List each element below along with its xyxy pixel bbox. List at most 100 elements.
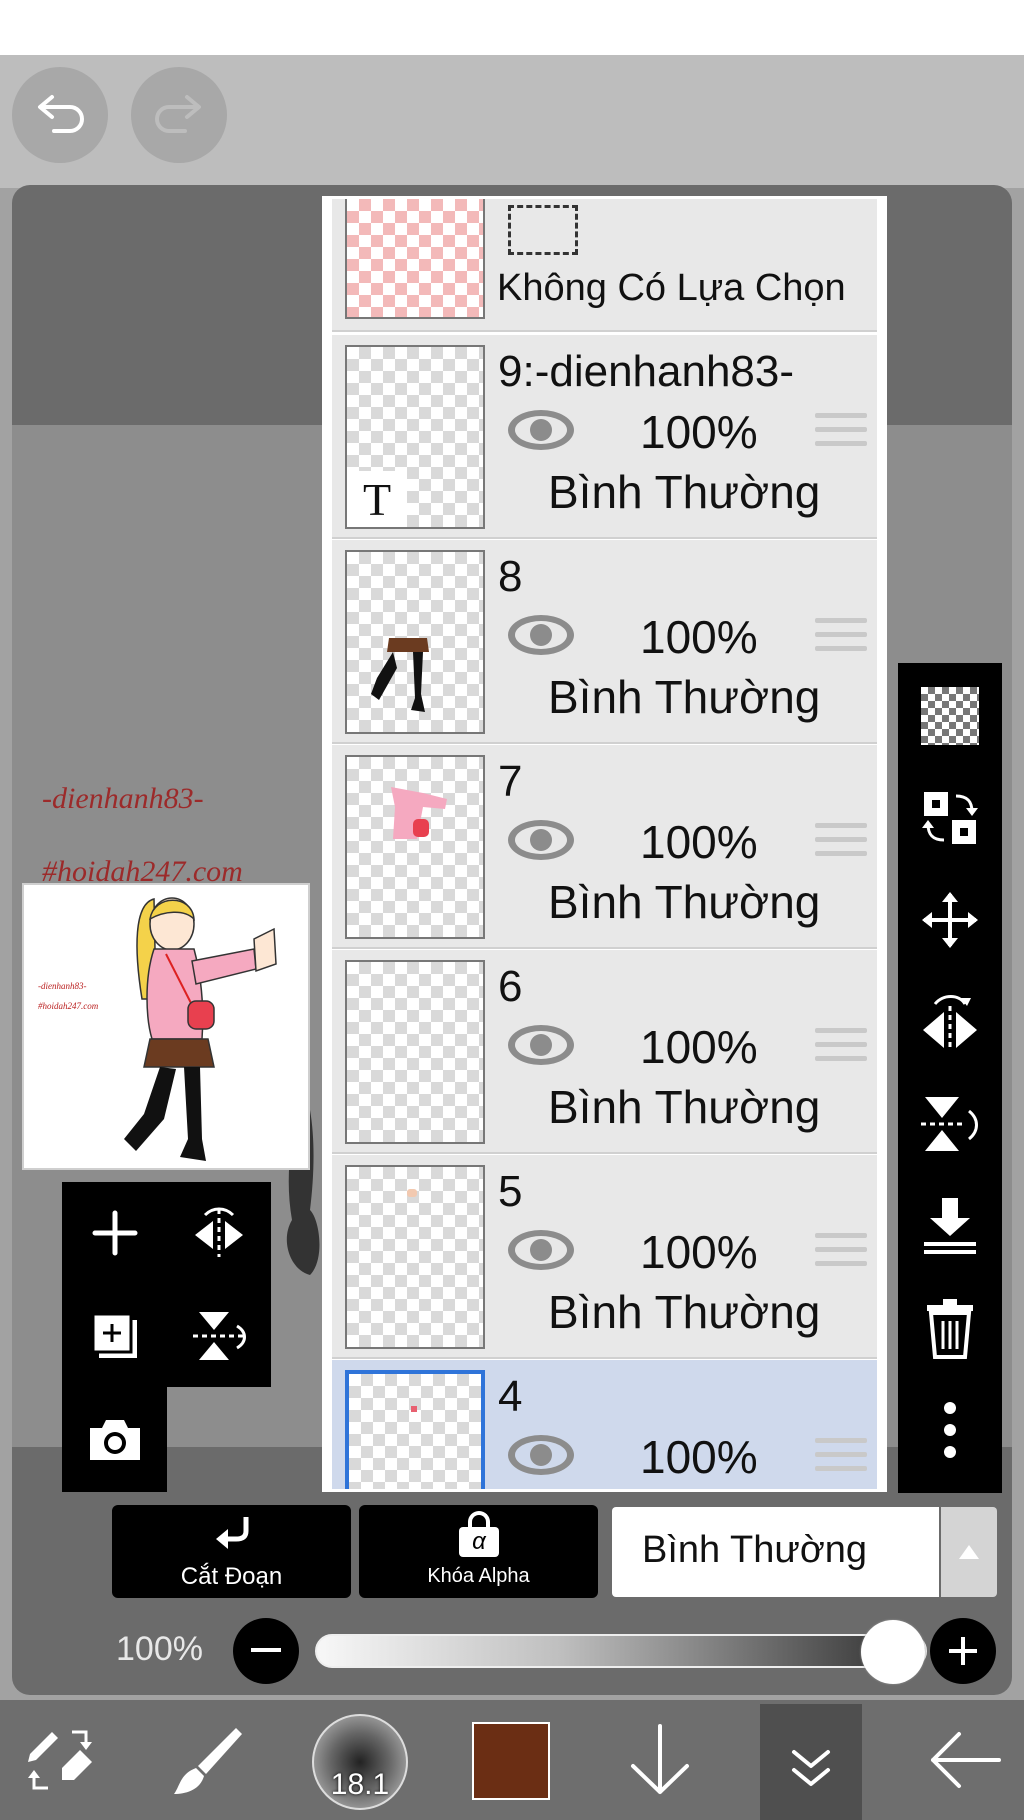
brush-size-value: 18.1 [330,1768,390,1801]
character-illustration [124,897,277,1161]
swap-layers-button[interactable] [898,783,1002,853]
redo-icon [155,95,201,133]
layer-blend-mode: Bình Thường [548,671,821,723]
tool-switch-button[interactable] [20,1720,100,1800]
alpha-lock-button[interactable]: α Khóa Alpha [359,1505,598,1598]
layer-opacity: 100% [640,611,758,663]
layers-list[interactable]: Không Có Lựa Chọn T 9:-dienhanh83- 100% … [322,196,887,1492]
plus-icon [92,1210,137,1256]
eye-icon[interactable] [506,817,576,863]
minus-icon [251,1648,281,1652]
merge-down-button[interactable] [898,1191,1002,1261]
eye-icon[interactable] [506,1022,576,1068]
thumbnail-art [407,1189,417,1197]
drag-handle-icon[interactable] [815,823,867,863]
eye-icon[interactable] [506,407,576,453]
opacity-decrease-button[interactable] [233,1618,299,1684]
clipping-label: Cắt Đoạn [180,1563,283,1590]
drag-handle-icon[interactable] [815,413,867,453]
layer-thumbnail [345,1370,485,1489]
layer-thumbnail [345,755,485,939]
layer-row-selected[interactable]: 4 100% [332,1360,877,1489]
layer-row[interactable]: 7 100% Bình Thường [332,745,877,949]
flip-vertical-button[interactable] [898,1089,1002,1159]
opacity-slider-thumb[interactable] [861,1620,925,1684]
drag-handle-icon[interactable] [815,618,867,658]
flip-horizontal-button[interactable] [167,1182,271,1284]
flip-horizontal-button[interactable] [898,987,1002,1057]
layer-row[interactable]: 8 100% Bình Thường [332,540,877,744]
opacity-increase-button[interactable] [930,1618,996,1684]
layer-name: 4 [498,1372,523,1421]
blend-mode-dropdown-button[interactable] [941,1507,997,1597]
drag-handle-icon[interactable] [815,1028,867,1068]
color-swatch[interactable] [472,1722,550,1800]
layer-opacity: 100% [640,816,758,868]
pen-eraser-switch-icon [28,1730,92,1790]
duplicate-layer-button[interactable] [62,1284,167,1387]
preview-watermark-line1: -dienhanh83- [38,981,87,991]
brush-icon [174,1728,242,1794]
add-layer-button[interactable] [62,1182,167,1284]
thumbnail-art [411,1406,417,1412]
move-layer-down-button[interactable] [620,1720,700,1800]
delete-layer-button[interactable] [898,1293,1002,1363]
selection-label: Không Có Lựa Chọn [497,267,846,309]
jacket-thumbnail-art [391,787,447,839]
drag-handle-icon[interactable] [815,1438,867,1478]
plus-icon [949,1637,977,1665]
layer-thumbnail [345,550,485,734]
opacity-slider[interactable] [315,1620,927,1684]
layer-tools-sidebar [898,663,1002,1493]
drag-handle-icon[interactable] [815,1233,867,1273]
eye-icon[interactable] [506,612,576,658]
arrow-left-icon [931,1732,1001,1788]
bottom-toolbar: 18.1 [0,1700,1024,1820]
clipping-button[interactable]: Cắt Đoạn [112,1505,351,1598]
layers-panel-toggle-button[interactable] [760,1704,862,1820]
selection-layer[interactable]: Không Có Lựa Chọn [332,199,877,332]
blend-mode-value: Bình Thường [642,1529,868,1571]
eye-icon[interactable] [506,1227,576,1273]
layer-name: 6 [498,962,523,1011]
layer-opacity: 100% [640,406,758,458]
layer-blend-mode: Bình Thường [548,466,821,518]
layer-name: 8 [498,552,523,601]
flip-vertical-button[interactable] [167,1284,271,1387]
camera-icon [89,1419,140,1460]
new-transparent-layer-button[interactable] [898,681,1002,751]
canvas-preview[interactable]: -dienhanh83- #hoidah247.com [22,883,310,1170]
layer-blend-mode: Bình Thường [548,1286,821,1338]
layer-name: 7 [498,757,523,806]
layer-thumbnail [345,1165,485,1349]
flip-vertical-icon [921,1097,978,1151]
double-chevron-down-icon [792,1750,830,1786]
transparency-icon [921,687,979,745]
legs-thumbnail-art [371,638,429,712]
layer-name: 9:-dienhanh83- [498,347,795,396]
brush-tool-button[interactable] [168,1720,248,1800]
top-bar [0,55,1024,188]
layer-row[interactable]: T 9:-dienhanh83- 100% Bình Thường [332,335,877,539]
move-button[interactable] [898,885,1002,955]
arrow-down-icon [631,1724,689,1794]
flip-horizontal-icon [195,1207,243,1257]
import-photo-button[interactable] [62,1387,167,1492]
eye-icon[interactable] [506,1432,576,1478]
trash-icon [927,1299,973,1359]
alpha-symbol: α [459,1527,499,1557]
layer-row[interactable]: 5 100% Bình Thường [332,1155,877,1359]
layer-blend-mode: Bình Thường [548,876,821,928]
layer-thumbnail: T [345,345,485,529]
blend-mode-select[interactable]: Bình Thường [612,1507,939,1597]
undo-button[interactable] [12,67,108,163]
layer-row[interactable]: 6 100% Bình Thường [332,950,877,1154]
back-button[interactable] [920,1720,1010,1800]
brush-size-button[interactable]: 18.1 [312,1714,408,1810]
text-layer-icon: T [347,471,407,527]
redo-button[interactable] [131,67,227,163]
duplicate-layer-icon [91,1312,137,1358]
merge-down-icon [924,1198,976,1254]
more-options-button[interactable] [898,1395,1002,1465]
opacity-value: 100% [116,1630,203,1668]
